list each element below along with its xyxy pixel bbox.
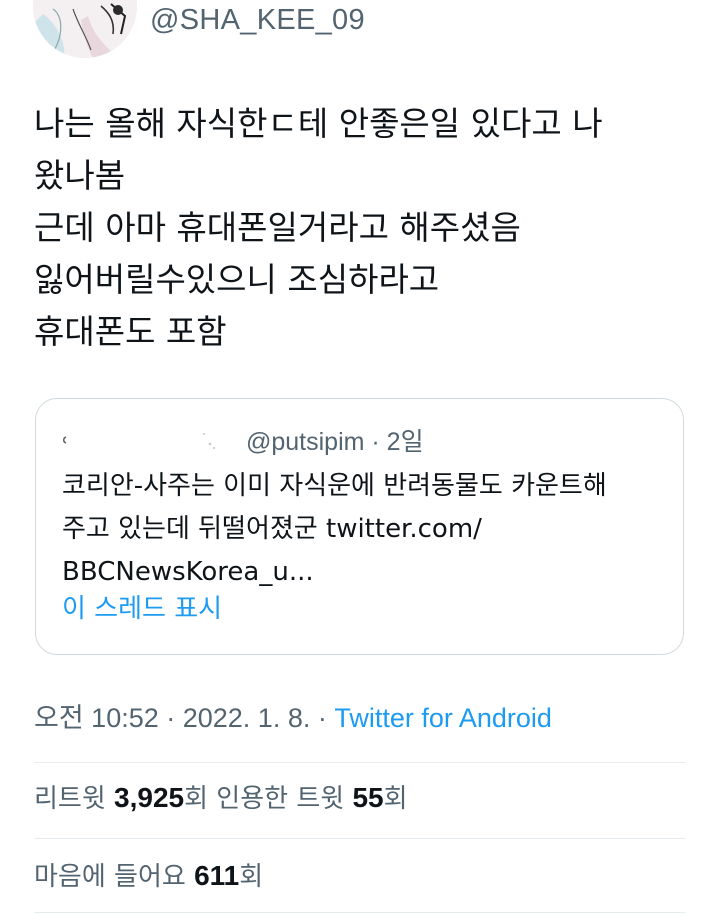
quote-tweets-stat[interactable]: 인용한 트윗 55회 <box>216 782 408 814</box>
author-handle[interactable]: @SHA_KEE_09 <box>150 0 365 40</box>
likes-stat[interactable]: 마음에 들어요 611회 <box>34 860 264 892</box>
tweet-text: 나는 올해 자식한ㄷ테 안좋은일 있다고 나 왔나봄 근데 아마 휴대폰일거라고… <box>34 98 694 358</box>
tweet-text-line: 휴대폰도 포함 <box>34 312 227 351</box>
tweet-header: @SHA_KEE_09 <box>0 0 720 70</box>
tweet-timestamp[interactable]: 오전 10:52 · 2022. 1. 8. · <box>34 703 334 733</box>
retweet-quote-stats: 리트윗 3,925회 인용한 트윗 55회 <box>34 780 408 817</box>
quoted-text-line: 주고 있는데 뒤떨어졌군 twitter.com/ <box>62 514 482 544</box>
tweet-text-line: 왔나봄 <box>34 156 126 195</box>
likes-suffix: 회 <box>239 862 264 892</box>
tweet-source-link[interactable]: Twitter for Android <box>334 703 552 733</box>
quoted-handle-time: @putsipim · 2일 <box>246 428 424 456</box>
quoted-text-line: 코리안-사주는 이미 자식운에 반려동물도 카운트해 <box>62 471 607 501</box>
quoted-tweet-text: 코리안-사주는 이미 자식운에 반려동물도 카운트해 주고 있는데 뒤떨어졌군 … <box>62 465 672 594</box>
retweets-count: 3,925 <box>114 782 185 813</box>
likes-stats: 마음에 들어요 611회 <box>34 858 263 895</box>
tweet-text-line: 근데 아마 휴대폰일거라고 해주셨음 <box>34 208 521 247</box>
retweets-suffix: 회 <box>184 784 217 814</box>
tweet-text-line: 잃어버릴수있으니 조심하라고 <box>34 260 440 299</box>
quote-tweets-suffix: 회 <box>383 784 408 814</box>
likes-label: 마음에 들어요 <box>34 862 195 892</box>
retweets-stat[interactable]: 리트윗 3,925회 <box>34 782 217 814</box>
divider <box>34 762 685 763</box>
quoted-tweet-header: @putsipim · 2일 <box>60 423 424 457</box>
avatar[interactable] <box>33 0 137 58</box>
quote-tweets-label: 인용한 트윗 <box>216 784 353 814</box>
quote-tweets-count: 55 <box>352 782 384 813</box>
quoted-text-line: BBCNewsKorea_u... <box>62 557 314 587</box>
tweet-text-line: 나는 올해 자식한ㄷ테 안좋은일 있다고 나 <box>34 104 603 143</box>
avatar-illustration-icon <box>33 0 137 58</box>
divider <box>34 912 685 913</box>
show-thread-link[interactable]: 이 스레드 표시 <box>62 589 222 629</box>
tweet-detail-page: @SHA_KEE_09 나는 올해 자식한ㄷ테 안좋은일 있다고 나 왔나봄 근… <box>0 0 720 916</box>
quoted-avatar <box>60 431 78 449</box>
tweet-meta: 오전 10:52 · 2022. 1. 8. · Twitter for And… <box>34 700 552 736</box>
likes-count: 611 <box>194 860 240 891</box>
retweets-label: 리트윗 <box>34 784 115 814</box>
quoted-author-name-redacted <box>86 428 216 452</box>
divider <box>34 838 685 839</box>
quoted-tweet-card[interactable]: @putsipim · 2일 코리안-사주는 이미 자식운에 반려동물도 카운트… <box>35 398 684 655</box>
